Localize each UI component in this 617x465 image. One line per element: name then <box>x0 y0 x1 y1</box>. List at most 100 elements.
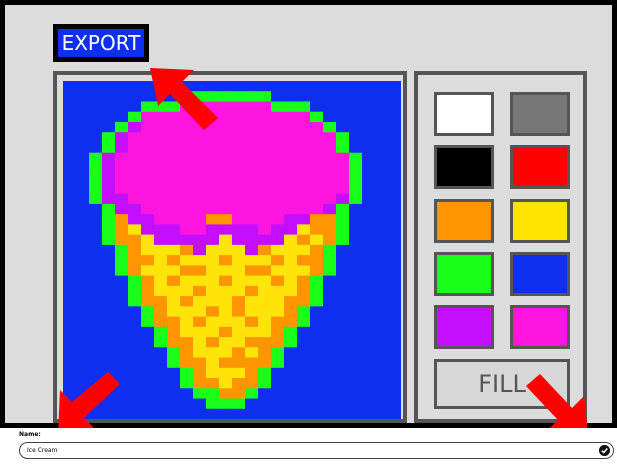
pixel-cell[interactable] <box>206 183 220 195</box>
pixel-cell[interactable] <box>232 173 246 185</box>
pixel-cell[interactable] <box>76 162 90 174</box>
pixel-cell[interactable] <box>63 142 77 154</box>
pixel-cell[interactable] <box>297 306 311 318</box>
pixel-cell[interactable] <box>297 152 311 164</box>
pixel-cell[interactable] <box>284 367 298 379</box>
pixel-cell[interactable] <box>89 121 103 133</box>
pixel-cell[interactable] <box>141 173 155 185</box>
pixel-cell[interactable] <box>245 214 259 225</box>
pixel-cell[interactable] <box>141 265 155 277</box>
pixel-cell[interactable] <box>297 234 311 246</box>
pixel-cell[interactable] <box>349 142 363 154</box>
pixel-cell[interactable] <box>375 337 389 348</box>
pixel-cell[interactable] <box>336 275 350 287</box>
pixel-cell[interactable] <box>76 121 90 133</box>
pixel-cell[interactable] <box>128 378 142 389</box>
pixel-cell[interactable] <box>297 244 311 256</box>
pixel-cell[interactable] <box>76 255 90 266</box>
pixel-cell[interactable] <box>284 398 298 410</box>
pixel-cell[interactable] <box>219 203 233 215</box>
pixel-cell[interactable] <box>310 244 324 256</box>
pixel-cell[interactable] <box>193 357 207 369</box>
pixel-cell[interactable] <box>349 193 363 205</box>
pixel-cell[interactable] <box>349 398 363 410</box>
pixel-cell[interactable] <box>362 388 376 400</box>
pixel-cell[interactable] <box>63 265 77 277</box>
pixel-cell[interactable] <box>180 367 194 379</box>
pixel-cell[interactable] <box>323 234 337 246</box>
pixel-cell[interactable] <box>89 337 103 348</box>
pixel-cell[interactable] <box>232 193 246 205</box>
pixel-cell[interactable] <box>336 81 350 92</box>
pixel-cell[interactable] <box>141 214 155 225</box>
pixel-cell[interactable] <box>219 357 233 369</box>
pixel-cell[interactable] <box>323 91 337 103</box>
pixel-cell[interactable] <box>141 255 155 266</box>
pixel-cell[interactable] <box>232 81 246 92</box>
pixel-cell[interactable] <box>323 111 337 123</box>
pixel-cell[interactable] <box>180 398 194 410</box>
pixel-cell[interactable] <box>349 132 363 144</box>
pixel-cell[interactable] <box>115 152 129 164</box>
pixel-cell[interactable] <box>232 408 246 419</box>
pixel-cell[interactable] <box>245 91 259 103</box>
pixel-cell[interactable] <box>63 326 77 338</box>
pixel-cell[interactable] <box>76 183 90 195</box>
pixel-cell[interactable] <box>388 244 401 256</box>
pixel-cell[interactable] <box>375 111 389 123</box>
pixel-cell[interactable] <box>271 101 285 113</box>
pixel-cell[interactable] <box>219 173 233 185</box>
pixel-cell[interactable] <box>128 101 142 113</box>
pixel-cell[interactable] <box>362 326 376 338</box>
pixel-cell[interactable] <box>63 183 77 195</box>
pixel-cell[interactable] <box>180 142 194 154</box>
pixel-cell[interactable] <box>297 388 311 400</box>
pixel-cell[interactable] <box>154 162 168 174</box>
pixel-cell[interactable] <box>219 408 233 419</box>
pixel-cell[interactable] <box>206 142 220 154</box>
pixel-cell[interactable] <box>193 255 207 266</box>
pixel-cell[interactable] <box>115 111 129 123</box>
pixel-cell[interactable] <box>102 234 116 246</box>
pixel-cell[interactable] <box>167 316 181 328</box>
pixel-cell[interactable] <box>154 367 168 379</box>
pixel-cell[interactable] <box>102 316 116 328</box>
pixel-cell[interactable] <box>336 398 350 410</box>
pixel-cell[interactable] <box>284 173 298 185</box>
pixel-cell[interactable] <box>258 316 272 328</box>
pixel-cell[interactable] <box>102 142 116 154</box>
pixel-cell[interactable] <box>310 337 324 348</box>
pixel-cell[interactable] <box>375 398 389 410</box>
pixel-cell[interactable] <box>180 265 194 277</box>
pixel-cell[interactable] <box>102 357 116 369</box>
pixel-cell[interactable] <box>349 326 363 338</box>
pixel-cell[interactable] <box>89 296 103 307</box>
pixel-cell[interactable] <box>232 91 246 103</box>
pixel-cell[interactable] <box>102 81 116 92</box>
pixel-cell[interactable] <box>284 408 298 419</box>
pixel-cell[interactable] <box>349 81 363 92</box>
pixel-cell[interactable] <box>310 316 324 328</box>
pixel-cell[interactable] <box>349 224 363 236</box>
pixel-cell[interactable] <box>258 388 272 400</box>
pixel-cell[interactable] <box>206 408 220 419</box>
pixel-cell[interactable] <box>297 142 311 154</box>
pixel-cell[interactable] <box>310 398 324 410</box>
pixel-cell[interactable] <box>258 111 272 123</box>
pixel-cell[interactable] <box>232 234 246 246</box>
pixel-cell[interactable] <box>375 316 389 328</box>
pixel-cell[interactable] <box>232 367 246 379</box>
pixel-cell[interactable] <box>336 255 350 266</box>
pixel-cell[interactable] <box>245 234 259 246</box>
pixel-cell[interactable] <box>102 111 116 123</box>
pixel-cell[interactable] <box>115 224 129 236</box>
pixel-cell[interactable] <box>232 255 246 266</box>
pixel-cell[interactable] <box>89 265 103 277</box>
pixel-cell[interactable] <box>102 91 116 103</box>
pixel-cell[interactable] <box>206 193 220 205</box>
pixel-cell[interactable] <box>128 234 142 246</box>
pixel-cell[interactable] <box>180 203 194 215</box>
pixel-cell[interactable] <box>167 142 181 154</box>
pixel-cell[interactable] <box>297 265 311 277</box>
pixel-cell[interactable] <box>258 378 272 389</box>
